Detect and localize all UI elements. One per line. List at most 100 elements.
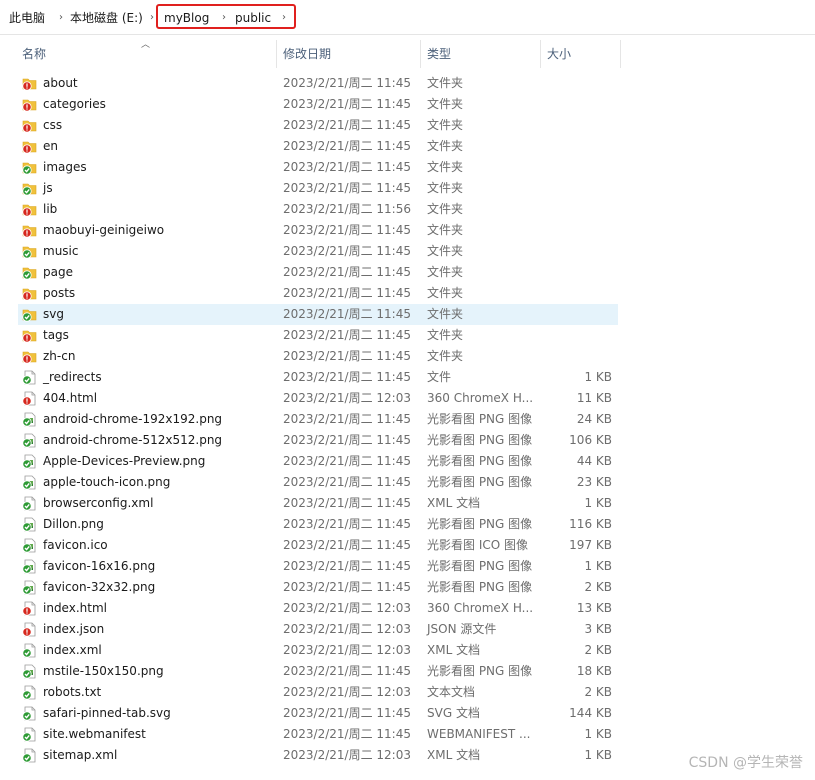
file-type: 文件夹 [427, 160, 464, 174]
breadcrumb-local-disk[interactable]: 本地磁盘 (E:) [70, 9, 143, 27]
file-row[interactable]: sitemap.xml 2023/2/21/周二 12:03 XML 文档 1 KB [18, 745, 618, 766]
file-type: 文本文档 [427, 685, 476, 699]
file-row[interactable]: site.webmanifest 2023/2/21/周二 11:45 WEBMAN… [18, 724, 618, 745]
breadcrumb-this-pc[interactable]: 此电脑 [9, 9, 45, 27]
file-row[interactable]: browserconfig.xml 2023/2/21/周二 11:45 XML 文… [18, 493, 618, 514]
file-type: 光影看图 PNG 图像 [427, 517, 533, 531]
file-name: page [43, 265, 73, 279]
file-row[interactable]: android-chrome-512x512.png 2023/2/21/周二 1… [18, 430, 618, 451]
column-header-name[interactable]: 名称 [22, 42, 46, 66]
file-name: site.webmanifest [43, 727, 146, 741]
folder-row[interactable]: page 2023/2/21/周二 11:45 文件夹 [18, 262, 618, 283]
file-type: 360 ChromeX H... [427, 601, 534, 615]
file-row[interactable]: 404.html 2023/2/21/周二 12:03 360 ChromeX H.… [18, 388, 618, 409]
watermark-text: CSDN @学生荣誉 [688, 755, 803, 771]
folder-row[interactable]: maobuyi-geinigeiwo 2023/2/21/周二 11:45 文件夹 [18, 220, 618, 241]
modified-date: 2023/2/21/周二 11:56 [283, 202, 411, 216]
modified-date: 2023/2/21/周二 12:03 [283, 685, 411, 699]
file-size: 24 KB [576, 412, 612, 426]
file-size: 1 KB [584, 748, 612, 762]
modified-date: 2023/2/21/周二 11:45 [283, 412, 411, 426]
file-name: Dillon.png [43, 517, 104, 531]
folder-row[interactable]: css 2023/2/21/周二 11:45 文件夹 [18, 115, 618, 136]
column-divider[interactable] [420, 40, 421, 68]
file-type: WEBMANIFEST ... [427, 727, 531, 741]
file-name: about [43, 76, 78, 90]
folder-row[interactable]: images 2023/2/21/周二 11:45 文件夹 [18, 157, 618, 178]
file-type: 文件夹 [427, 181, 464, 195]
column-header-date[interactable]: 修改日期 [283, 42, 331, 66]
file-synced-icon [22, 643, 37, 658]
highlight-annotation-box [156, 4, 296, 29]
folder-sync-error-icon [22, 349, 37, 364]
file-row[interactable]: index.json 2023/2/21/周二 12:03 JSON 源文件 3 KB [18, 619, 618, 640]
folder-row[interactable]: js 2023/2/21/周二 11:45 文件夹 [18, 178, 618, 199]
file-name: categories [43, 97, 106, 111]
file-type: 文件夹 [427, 349, 464, 363]
file-size: 3 KB [584, 622, 612, 636]
modified-date: 2023/2/21/周二 11:45 [283, 139, 411, 153]
file-type: 光影看图 PNG 图像 [427, 664, 533, 678]
file-name: css [43, 118, 63, 132]
modified-date: 2023/2/21/周二 11:45 [283, 538, 411, 552]
file-row[interactable]: favicon-32x32.png 2023/2/21/周二 11:45 光影看图 … [18, 577, 618, 598]
file-type: 光影看图 PNG 图像 [427, 412, 533, 426]
file-row[interactable]: favicon.ico 2023/2/21/周二 11:45 光影看图 ICO 图像… [18, 535, 618, 556]
file-name: favicon-16x16.png [43, 559, 156, 573]
file-synced-icon [22, 727, 37, 742]
folder-row[interactable]: en 2023/2/21/周二 11:45 文件夹 [18, 136, 618, 157]
file-row[interactable]: Apple-Devices-Preview.png 2023/2/21/周二 11… [18, 451, 618, 472]
file-name: favicon.ico [43, 538, 108, 552]
folder-sync-error-icon [22, 328, 37, 343]
folder-row[interactable]: music 2023/2/21/周二 11:45 文件夹 [18, 241, 618, 262]
modified-date: 2023/2/21/周二 11:45 [283, 580, 411, 594]
file-size: 106 KB [569, 433, 612, 447]
file-row[interactable]: _redirects 2023/2/21/周二 11:45 文件 1 KB [18, 367, 618, 388]
folder-row[interactable]: categories 2023/2/21/周二 11:45 文件夹 [18, 94, 618, 115]
modified-date: 2023/2/21/周二 11:45 [283, 370, 411, 384]
file-row[interactable]: index.xml 2023/2/21/周二 12:03 XML 文档 2 KB [18, 640, 618, 661]
file-type: 文件夹 [427, 265, 464, 279]
file-type: 文件夹 [427, 139, 464, 153]
chevron-right-icon[interactable]: › [150, 9, 154, 27]
file-row[interactable]: index.html 2023/2/21/周二 12:03 360 ChromeX … [18, 598, 618, 619]
address-bar[interactable]: 此电脑 › 本地磁盘 (E:) › myBlog › public › [0, 0, 815, 35]
file-row[interactable]: android-chrome-192x192.png 2023/2/21/周二 1… [18, 409, 618, 430]
column-header-size[interactable]: 大小 [547, 42, 571, 66]
file-row[interactable]: robots.txt 2023/2/21/周二 12:03 文本文档 2 KB [18, 682, 618, 703]
file-type: XML 文档 [427, 643, 481, 657]
file-size: 2 KB [584, 685, 612, 699]
column-divider[interactable] [620, 40, 621, 68]
file-row[interactable]: safari-pinned-tab.svg 2023/2/21/周二 11:45 S… [18, 703, 618, 724]
modified-date: 2023/2/21/周二 11:45 [283, 181, 411, 195]
file-row[interactable]: mstile-150x150.png 2023/2/21/周二 11:45 光影看图… [18, 661, 618, 682]
file-row[interactable]: Dillon.png 2023/2/21/周二 11:45 光影看图 PNG 图像 1… [18, 514, 618, 535]
file-size: 23 KB [576, 475, 612, 489]
folder-row[interactable]: lib 2023/2/21/周二 11:56 文件夹 [18, 199, 618, 220]
folder-row[interactable]: zh-cn 2023/2/21/周二 11:45 文件夹 [18, 346, 618, 367]
file-name: Apple-Devices-Preview.png [43, 454, 206, 468]
folder-sync-error-icon [22, 286, 37, 301]
file-size: 1 KB [584, 727, 612, 741]
column-divider[interactable] [276, 40, 277, 68]
folder-sync-error-icon [22, 118, 37, 133]
folder-row[interactable]: tags 2023/2/21/周二 11:45 文件夹 [18, 325, 618, 346]
column-header-type[interactable]: 类型 [427, 42, 451, 66]
file-name: apple-touch-icon.png [43, 475, 171, 489]
folder-row[interactable]: posts 2023/2/21/周二 11:45 文件夹 [18, 283, 618, 304]
folder-row[interactable]: about 2023/2/21/周二 11:45 文件夹 [18, 73, 618, 94]
modified-date: 2023/2/21/周二 11:45 [283, 286, 411, 300]
modified-date: 2023/2/21/周二 11:45 [283, 727, 411, 741]
modified-date: 2023/2/21/周二 11:45 [283, 559, 411, 573]
folder-row[interactable]: svg 2023/2/21/周二 11:45 文件夹 [18, 304, 618, 325]
file-row[interactable]: apple-touch-icon.png 2023/2/21/周二 11:45 光影… [18, 472, 618, 493]
column-divider[interactable] [540, 40, 541, 68]
chevron-right-icon[interactable]: › [59, 9, 63, 27]
folder-synced-icon [22, 181, 37, 196]
image-file-synced-icon [22, 517, 37, 532]
file-row[interactable]: favicon-16x16.png 2023/2/21/周二 11:45 光影看图 … [18, 556, 618, 577]
file-size: 197 KB [569, 538, 612, 552]
modified-date: 2023/2/21/周二 11:45 [283, 76, 411, 90]
modified-date: 2023/2/21/周二 11:45 [283, 706, 411, 720]
file-type: 文件 [427, 370, 452, 384]
